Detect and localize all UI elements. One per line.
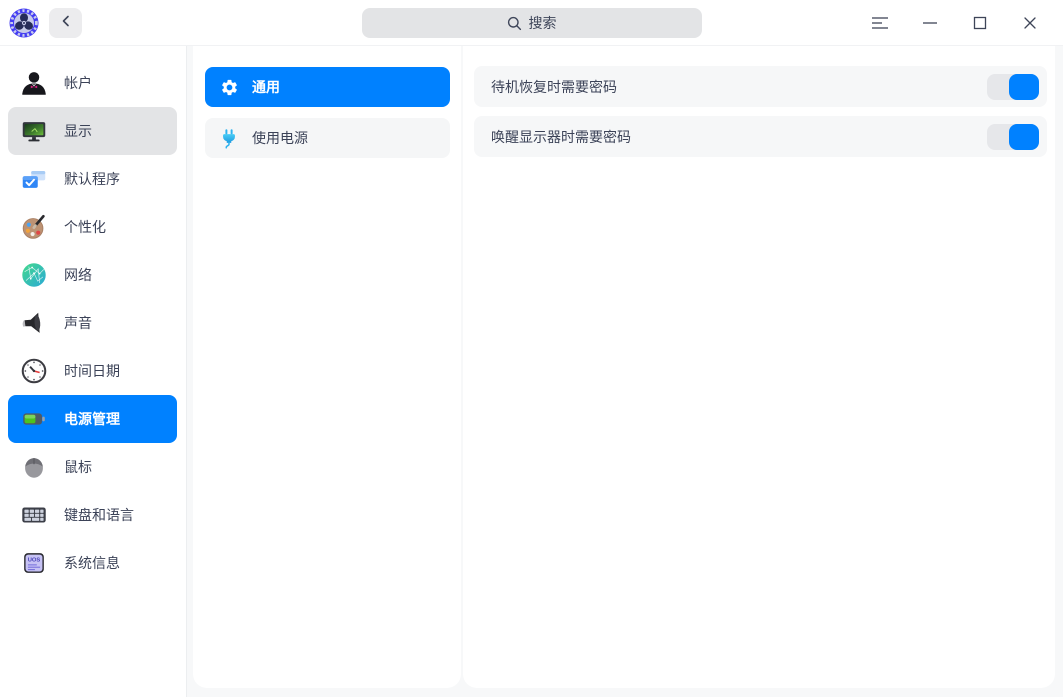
svg-text:UOS: UOS xyxy=(28,558,41,564)
sound-icon xyxy=(18,307,50,339)
toggle-knob xyxy=(1009,74,1039,100)
plug-icon xyxy=(219,127,239,149)
close-icon xyxy=(1022,15,1038,31)
display-icon xyxy=(18,115,50,147)
setting-row-standby-password: 待机恢复时需要密码 xyxy=(474,66,1047,107)
sidebar-item-network[interactable]: 网络 xyxy=(8,251,177,299)
back-button[interactable] xyxy=(49,8,82,38)
sidebar-item-label: 鼠标 xyxy=(64,457,92,477)
sidebar-item-account[interactable]: 帐户 xyxy=(8,59,177,107)
sidebar-item-label: 默认程序 xyxy=(64,169,120,189)
sidebar-item-power[interactable]: 电源管理 xyxy=(8,395,177,443)
system-info-icon: UOS xyxy=(18,547,50,579)
app-body: 帐户 xyxy=(0,46,1063,697)
power-section-nav: 通用 xyxy=(193,46,461,688)
gear-icon xyxy=(219,76,239,98)
sidebar-item-mouse[interactable]: 鼠标 xyxy=(8,443,177,491)
maximize-icon xyxy=(972,15,988,31)
mouse-icon xyxy=(18,451,50,483)
network-icon xyxy=(18,259,50,291)
personalization-icon xyxy=(18,211,50,243)
setting-label: 唤醒显示器时需要密码 xyxy=(491,127,987,147)
sidebar-item-label: 键盘和语言 xyxy=(64,505,134,525)
standby-password-toggle[interactable] xyxy=(987,74,1039,100)
setting-label: 待机恢复时需要密码 xyxy=(491,77,987,97)
sidebar-item-label: 显示 xyxy=(64,121,92,141)
back-chevron-icon xyxy=(59,14,73,31)
titlebar: 搜索 xyxy=(0,0,1063,46)
nav-item-label: 使用电源 xyxy=(252,128,308,148)
sidebar-item-system-info[interactable]: UOS 系统信息 xyxy=(8,539,177,587)
nav-item-label: 通用 xyxy=(252,77,280,97)
sidebar-item-label: 时间日期 xyxy=(64,361,120,381)
control-center-window: 搜索 xyxy=(0,0,1063,697)
general-settings-panel: 待机恢复时需要密码 唤醒显示器时需要密码 xyxy=(463,46,1055,688)
keyboard-icon xyxy=(18,499,50,531)
sidebar-item-default-apps[interactable]: 默认程序 xyxy=(8,155,177,203)
search-input[interactable]: 搜索 xyxy=(362,8,702,38)
menu-icon xyxy=(871,16,889,30)
sidebar-item-label: 个性化 xyxy=(64,217,106,237)
nav-item-general[interactable]: 通用 xyxy=(205,67,450,107)
datetime-icon xyxy=(18,355,50,387)
sidebar-item-display[interactable]: 显示 xyxy=(8,107,177,155)
sidebar: 帐户 xyxy=(0,46,187,697)
sidebar-item-sound[interactable]: 声音 xyxy=(8,299,177,347)
sidebar-item-keyboard-language[interactable]: 键盘和语言 xyxy=(8,491,177,539)
sidebar-item-label: 声音 xyxy=(64,313,92,333)
sidebar-item-datetime[interactable]: 时间日期 xyxy=(8,347,177,395)
setting-row-wake-display-password: 唤醒显示器时需要密码 xyxy=(474,116,1047,157)
power-icon xyxy=(18,403,50,435)
default-apps-icon xyxy=(18,163,50,195)
sidebar-item-label: 网络 xyxy=(64,265,92,285)
toggle-knob xyxy=(1009,124,1039,150)
minimize-button[interactable] xyxy=(905,1,955,45)
sidebar-item-personalization[interactable]: 个性化 xyxy=(8,203,177,251)
sidebar-item-label: 电源管理 xyxy=(64,409,120,429)
wake-display-password-toggle[interactable] xyxy=(987,124,1039,150)
sidebar-item-label: 系统信息 xyxy=(64,553,120,573)
search-placeholder: 搜索 xyxy=(529,13,557,33)
search-icon xyxy=(507,16,522,31)
close-button[interactable] xyxy=(1005,1,1055,45)
account-icon xyxy=(18,67,50,99)
app-logo-icon xyxy=(9,8,39,38)
nav-item-on-power[interactable]: 使用电源 xyxy=(205,118,450,158)
menu-button[interactable] xyxy=(855,1,905,45)
window-controls xyxy=(855,1,1055,45)
maximize-button[interactable] xyxy=(955,1,1005,45)
minimize-icon xyxy=(922,15,938,31)
content-area: 通用 xyxy=(187,46,1063,697)
sidebar-item-label: 帐户 xyxy=(64,73,92,93)
